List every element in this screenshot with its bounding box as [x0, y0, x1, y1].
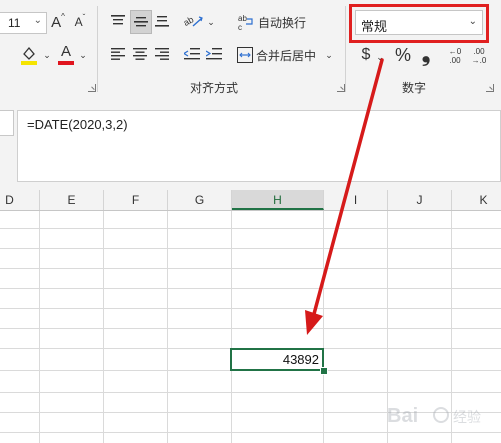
currency-dropdown[interactable]: ⌄: [375, 47, 385, 67]
align-left-button[interactable]: [108, 43, 128, 65]
column-header-row: D E F G H I J K: [0, 190, 501, 211]
column-header[interactable]: J: [388, 190, 452, 210]
font-color-button[interactable]: A: [56, 42, 76, 66]
decrease-decimal-icon-bottom: →.0: [471, 56, 487, 65]
merge-center-icon: [237, 47, 253, 63]
font-size-combo[interactable]: 11 ⌄: [0, 12, 47, 34]
currency-button[interactable]: $: [358, 44, 374, 66]
grid-line: [39, 211, 40, 443]
align-bottom-icon: [155, 16, 169, 27]
comma-icon: ❟: [421, 41, 431, 66]
decrease-indent-icon: [184, 48, 200, 60]
grid-line: [0, 268, 501, 269]
grid-line: [231, 211, 232, 443]
column-header[interactable]: K: [452, 190, 501, 210]
fill-color-dropdown[interactable]: ⌄: [42, 44, 52, 66]
align-top-button[interactable]: [108, 10, 128, 32]
align-center-icon: [133, 48, 147, 60]
increase-indent-button[interactable]: [204, 43, 224, 65]
column-header-active[interactable]: H: [232, 190, 324, 210]
decrease-decimal-button[interactable]: .00 →.0: [468, 44, 490, 68]
align-center-button[interactable]: [130, 43, 150, 65]
svg-text:Bai: Bai: [387, 405, 418, 427]
font-color-swatch: [58, 60, 74, 65]
watermark: Bai 经验: [383, 396, 493, 436]
paint-bucket-icon: [21, 46, 37, 65]
grid-line: [0, 392, 501, 393]
align-middle-button[interactable]: [130, 10, 152, 34]
font-color-dropdown[interactable]: ⌄: [78, 44, 88, 66]
wrap-text-icon: ab c: [238, 14, 253, 31]
increase-decimal-button[interactable]: ←0 .00: [444, 44, 466, 68]
shrink-font-icon: A: [74, 15, 83, 29]
grid-line: [323, 211, 324, 443]
highlight-box: [349, 4, 489, 43]
grid-line: [0, 328, 501, 329]
merge-center-label: 合并后居中: [256, 48, 317, 63]
number-group-label: 数字: [402, 81, 427, 95]
number-launcher-icon[interactable]: [486, 84, 494, 92]
decrease-decimal-icon-top: .00: [473, 47, 485, 56]
active-cell-value: 43892: [282, 352, 319, 367]
grid-line: [0, 228, 501, 229]
formula-input[interactable]: =DATE(2020,3,2): [17, 110, 501, 182]
grid-line: [0, 288, 501, 289]
merge-center-button[interactable]: 合并后居中: [237, 43, 319, 67]
merge-center-dropdown[interactable]: ⌄: [324, 45, 334, 65]
grid-line: [103, 211, 104, 443]
grid-line: [0, 248, 501, 249]
svg-text:经验: 经验: [453, 410, 481, 426]
separator: [97, 6, 98, 92]
shrink-font-button[interactable]: Aˇ: [72, 12, 88, 32]
svg-text:c: c: [238, 23, 242, 31]
text-orientation-icon: ab: [183, 14, 203, 28]
align-right-button[interactable]: [152, 43, 172, 65]
column-header[interactable]: D: [0, 190, 40, 210]
percent-icon: %: [394, 44, 411, 65]
orientation-button[interactable]: ab: [182, 10, 206, 32]
grow-font-button[interactable]: A ^: [50, 12, 66, 32]
align-top-icon: [111, 15, 125, 25]
font-launcher-icon[interactable]: [88, 84, 96, 92]
font-size-value: 11: [8, 16, 21, 30]
alignment-group-label: 对齐方式: [190, 81, 239, 95]
column-header[interactable]: I: [324, 190, 388, 210]
separator: [345, 6, 346, 92]
column-header[interactable]: F: [104, 190, 168, 210]
align-middle-icon: [134, 17, 148, 27]
align-right-icon: [155, 48, 169, 60]
increase-indent-icon: [206, 48, 222, 60]
increase-decimal-icon-bottom: .00: [449, 56, 461, 65]
comma-style-button[interactable]: ❟: [418, 41, 434, 66]
align-left-icon: [111, 48, 125, 60]
column-header[interactable]: E: [40, 190, 104, 210]
active-cell-h[interactable]: 43892: [230, 348, 324, 371]
grid-line: [0, 308, 501, 309]
alignment-launcher-icon[interactable]: [337, 84, 345, 92]
name-box[interactable]: [0, 110, 14, 136]
align-bottom-button[interactable]: [152, 10, 172, 32]
orientation-dropdown[interactable]: ⌄: [206, 12, 216, 32]
font-color-icon: A: [60, 42, 71, 60]
watermark-logo-icon: Bai 经验: [387, 405, 481, 427]
fill-color-button[interactable]: [18, 44, 40, 66]
formula-text: =DATE(2020,3,2): [27, 117, 128, 132]
grid-line: [167, 211, 168, 443]
percent-button[interactable]: %: [392, 44, 414, 66]
wrap-text-button[interactable]: ab c 自动换行: [237, 10, 309, 34]
decrease-indent-button[interactable]: [182, 43, 202, 65]
chevron-down-icon: ⌄: [33, 15, 42, 26]
svg-text:ab: ab: [238, 14, 247, 23]
wrap-text-label: 自动换行: [258, 15, 307, 30]
fill-handle[interactable]: [320, 367, 328, 375]
grow-font-icon: A: [51, 13, 62, 31]
increase-decimal-icon-top: ←0: [448, 47, 462, 56]
column-header[interactable]: G: [168, 190, 232, 210]
currency-icon: $: [361, 46, 371, 63]
